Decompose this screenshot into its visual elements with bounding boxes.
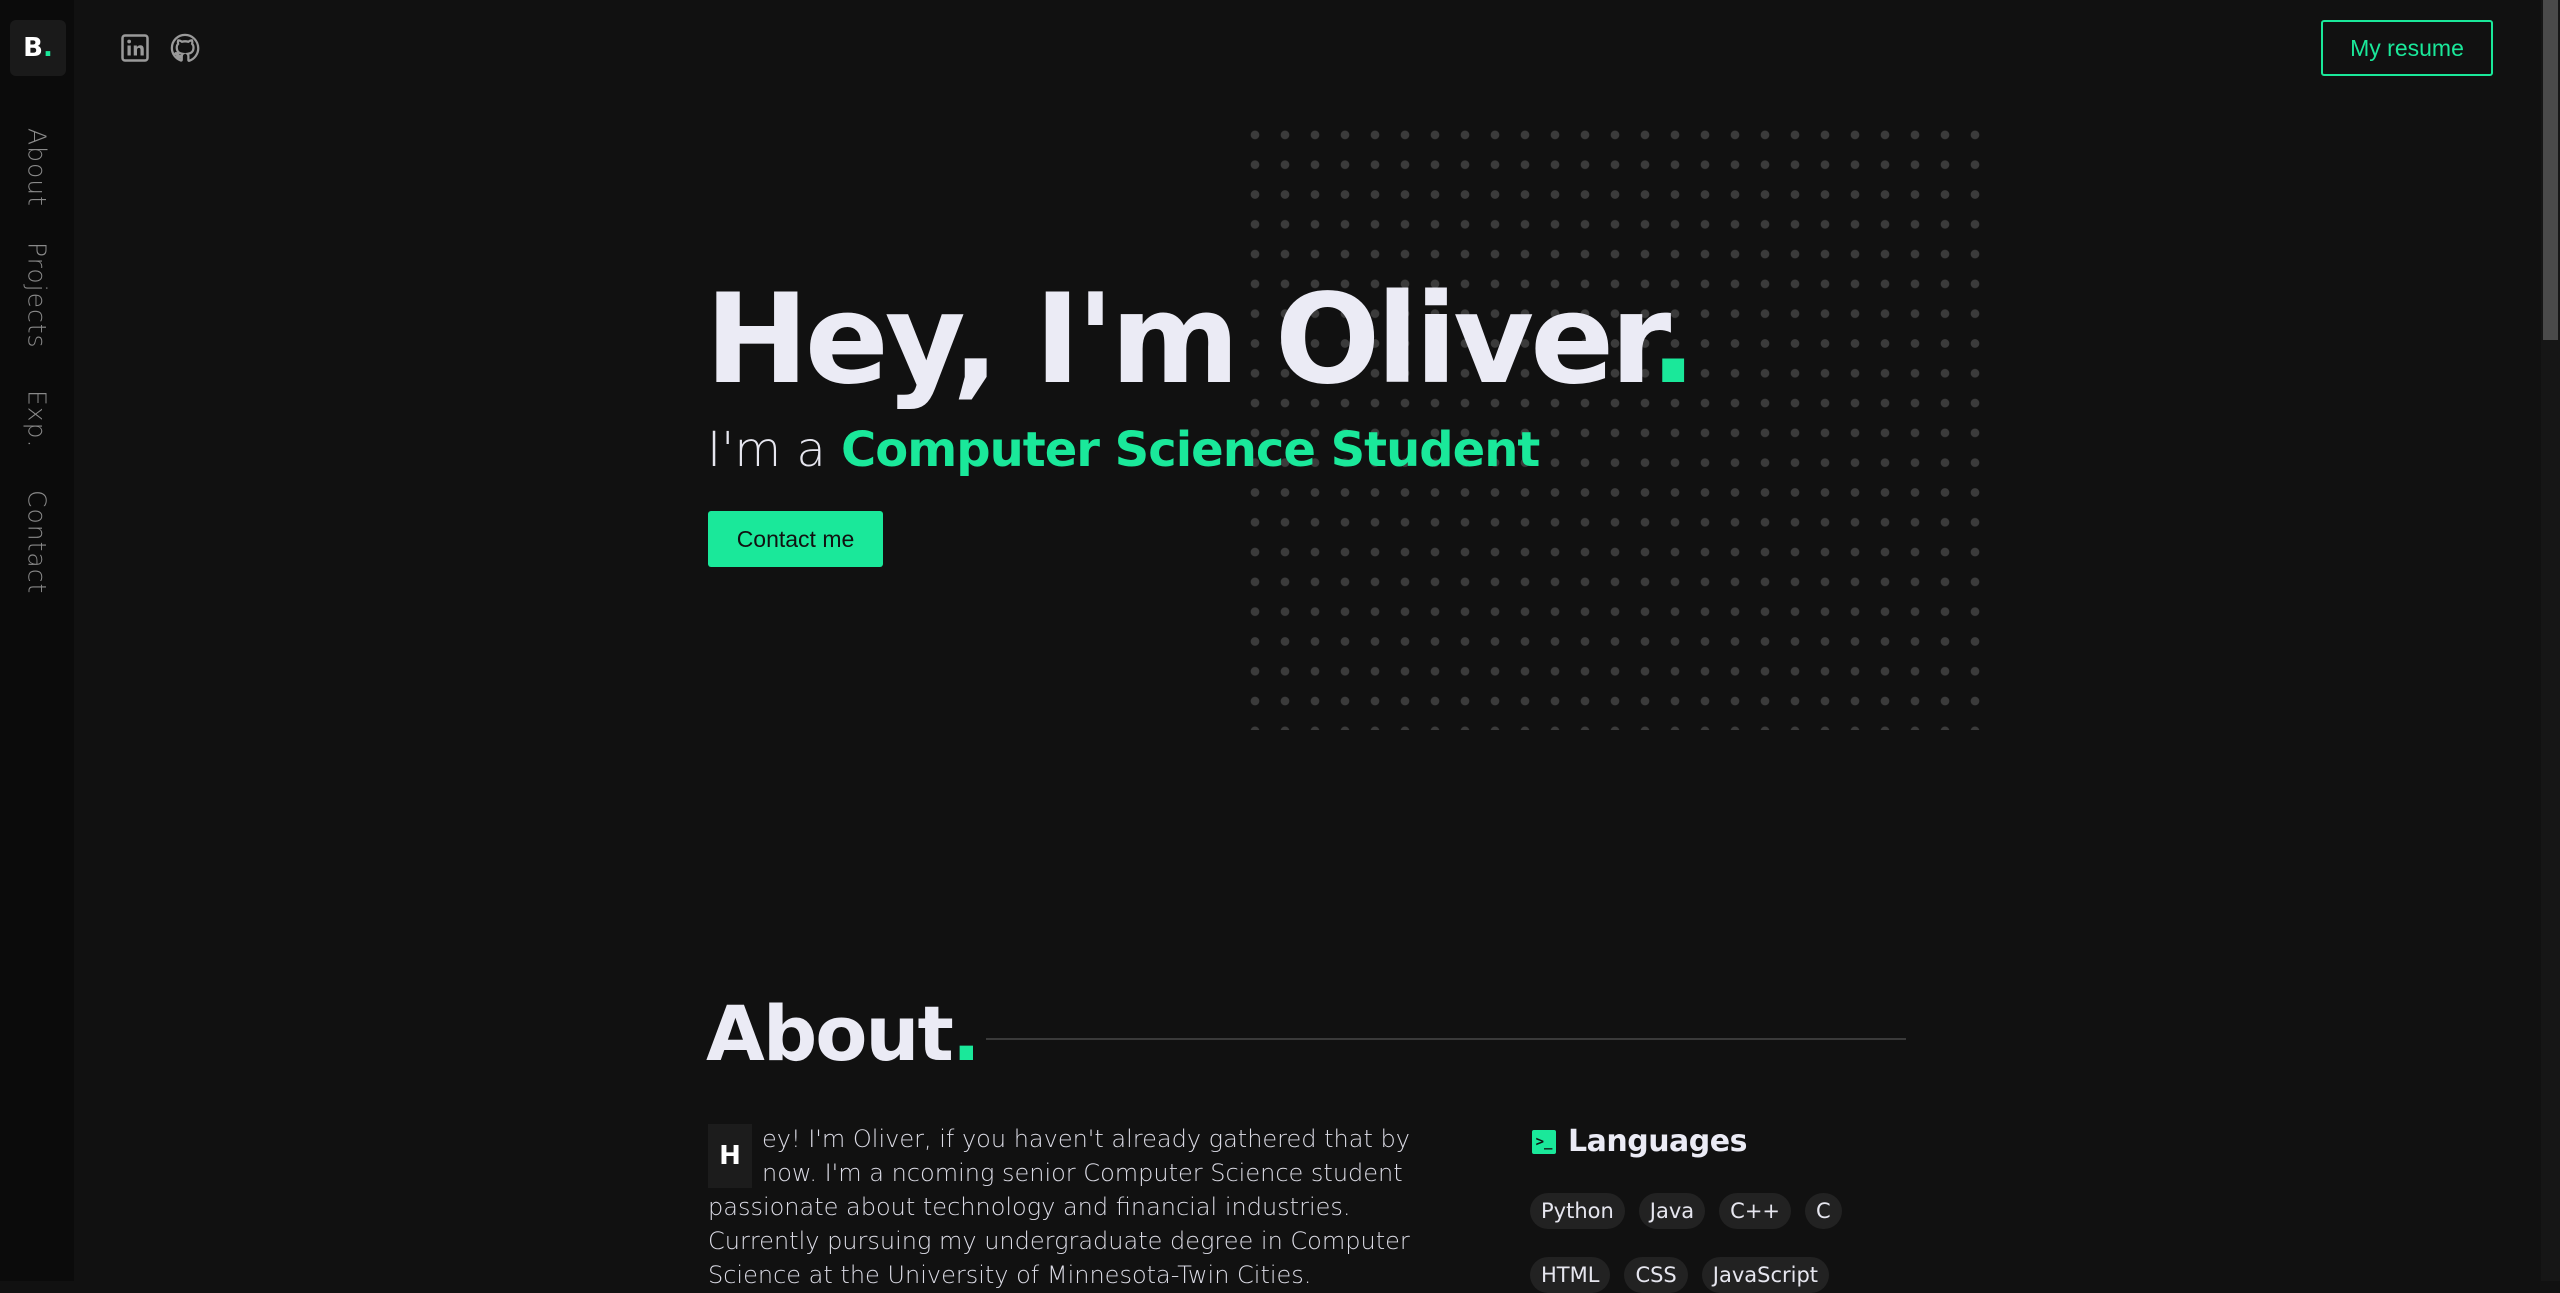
language-chip: CSS: [1624, 1257, 1688, 1293]
section-divider: [986, 1038, 1906, 1040]
sidebar-item-projects[interactable]: Projects: [0, 242, 74, 349]
sidebar-item-label: Contact: [22, 490, 52, 595]
hero-title-text: Hey, I'm Oliver: [705, 268, 1654, 412]
hero-title: Hey, I'm Oliver.: [705, 272, 1697, 408]
about-title-dot: .: [951, 989, 981, 1078]
contact-button[interactable]: Contact me: [708, 511, 883, 567]
resume-button[interactable]: My resume: [2321, 20, 2493, 76]
languages-header: >_ Languages: [1532, 1124, 1747, 1159]
language-chip: HTML: [1530, 1257, 1611, 1293]
linkedin-icon[interactable]: [120, 33, 150, 63]
language-chip: JavaScript: [1701, 1257, 1830, 1293]
logo[interactable]: B.: [10, 20, 66, 76]
language-chip: C: [1805, 1193, 1842, 1229]
scrollbar-thumb[interactable]: [2543, 0, 2558, 340]
hero-subtitle-role: Computer Science Student: [841, 422, 1540, 478]
hero-subtitle: I'm a Computer Science Student: [707, 422, 1540, 478]
hero-title-dot: .: [1649, 268, 1697, 412]
terminal-icon: >_: [1532, 1129, 1556, 1154]
languages-list: Python Java C++ C HTML CSS JavaScript: [1530, 1193, 1930, 1293]
language-chip: Python: [1530, 1193, 1625, 1229]
sidebar-item-label: Exp.: [22, 390, 52, 449]
language-chip: C++: [1719, 1193, 1792, 1229]
sidebar-item-about[interactable]: About: [0, 128, 74, 207]
scrollbar[interactable]: [2541, 0, 2560, 1281]
about-text: ey! I'm Oliver, if you haven't already g…: [708, 1125, 1410, 1289]
language-chip: Java: [1638, 1193, 1706, 1229]
languages-title: Languages: [1568, 1124, 1747, 1159]
about-title: About.: [706, 989, 981, 1078]
logo-dot: .: [42, 33, 53, 63]
hero-subtitle-prefix: I'm a: [707, 422, 842, 478]
sidebar-item-label: About: [22, 128, 52, 207]
about-title-text: About: [706, 989, 954, 1078]
sidebar-item-experience[interactable]: Exp.: [0, 390, 74, 448]
sidebar-item-contact[interactable]: Contact: [0, 490, 74, 594]
about-paragraph: H ey! I'm Oliver, if you haven't already…: [708, 1122, 1468, 1292]
sidebar-item-label: Projects: [22, 242, 52, 349]
github-icon[interactable]: [170, 33, 200, 63]
logo-letter: B: [23, 33, 43, 63]
sidebar: B. About Projects Exp. Contact: [0, 0, 74, 1281]
dropcap: H: [708, 1124, 752, 1188]
